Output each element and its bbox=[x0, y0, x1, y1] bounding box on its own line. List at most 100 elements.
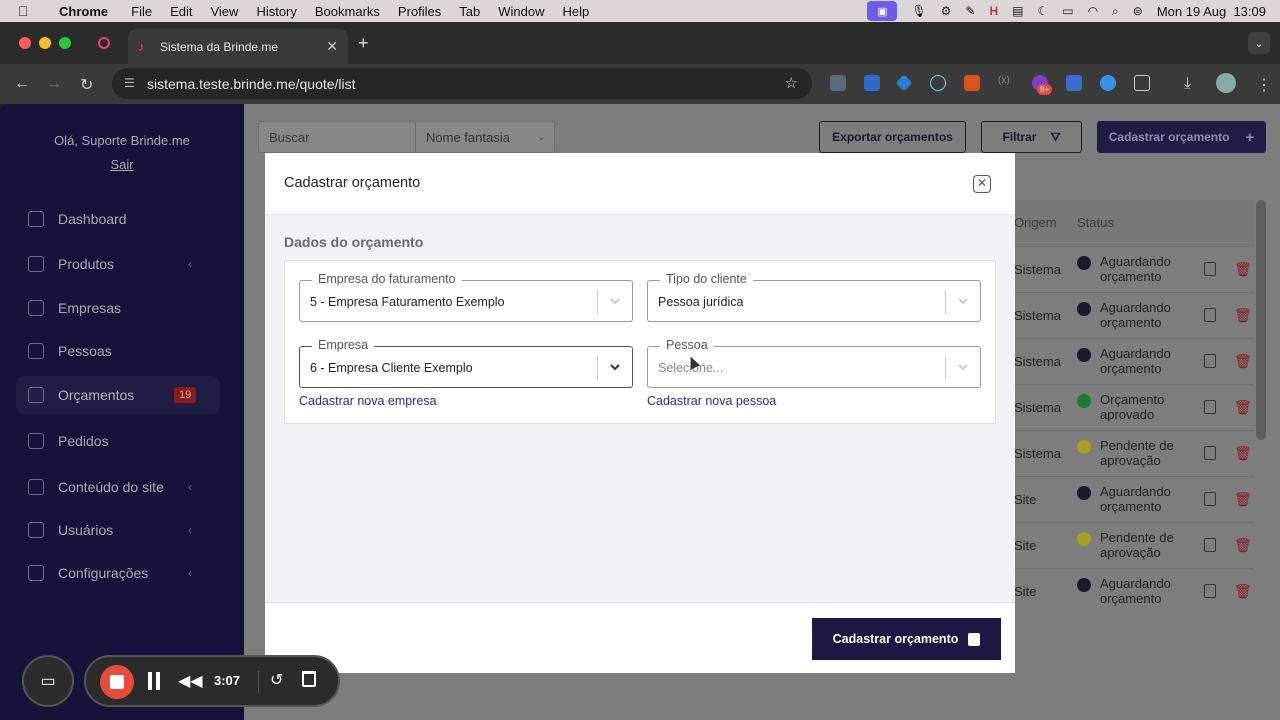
extension-icon[interactable] bbox=[864, 75, 880, 91]
pause-button[interactable] bbox=[148, 672, 160, 690]
copy-icon[interactable] bbox=[1204, 538, 1216, 552]
download-icon[interactable]: ⤓ bbox=[1184, 75, 1191, 93]
menu-window[interactable]: Window bbox=[489, 4, 553, 19]
scrollbar[interactable] bbox=[1256, 200, 1266, 440]
extension-icon[interactable] bbox=[1066, 75, 1082, 91]
camera-toggle-button[interactable]: ▭ bbox=[22, 655, 74, 707]
browser-menu-icon[interactable]: ⋮ bbox=[1256, 75, 1272, 95]
back-icon[interactable]: ← bbox=[14, 75, 30, 93]
sidebar-item-pedidos[interactable]: Pedidos bbox=[16, 422, 220, 460]
new-company-link[interactable]: Cadastrar nova empresa bbox=[299, 394, 437, 408]
react-devtools-icon[interactable] bbox=[930, 75, 946, 91]
empresa-select[interactable]: Empresa 6 - Empresa Cliente Exemplo bbox=[299, 338, 633, 388]
delete-icon[interactable]: 🗑 bbox=[1234, 445, 1252, 462]
search-input[interactable]: Buscar bbox=[269, 130, 309, 145]
copy-icon[interactable] bbox=[1204, 446, 1216, 460]
chevron-down-icon[interactable] bbox=[608, 294, 622, 308]
rewind-icon[interactable]: ◀◀ bbox=[178, 671, 203, 691]
submit-button[interactable]: Cadastrar orçamento bbox=[812, 618, 1001, 660]
control-center-icon[interactable]: ⊜ bbox=[1133, 4, 1143, 18]
reload-icon[interactable]: ↻ bbox=[80, 75, 93, 95]
table-row[interactable]: Sistema Aguardando orçamento 🗑 bbox=[1006, 292, 1254, 338]
sidebar-item-empresas[interactable]: Empresas bbox=[16, 289, 220, 327]
table-row[interactable]: Site Aguardando orçamento 🗑 bbox=[1006, 476, 1254, 522]
delete-icon[interactable]: 🗑 bbox=[1234, 491, 1252, 508]
calendar-icon[interactable]: ▤ bbox=[1012, 4, 1023, 18]
table-row[interactable]: Sistema Aguardando orçamento 🗑 bbox=[1006, 246, 1254, 292]
sidebar-item-configuracoes[interactable]: Configurações ‹ bbox=[16, 554, 220, 592]
menu-history[interactable]: History bbox=[247, 4, 305, 19]
wifi-icon[interactable]: ◠ bbox=[1088, 4, 1098, 18]
forward-icon[interactable]: → bbox=[46, 75, 62, 93]
tab-close-icon[interactable]: ✕ bbox=[326, 38, 338, 55]
table-row[interactable]: Site Aguardando orçamento 🗑 bbox=[1006, 568, 1254, 614]
extension-icon[interactable] bbox=[964, 75, 980, 91]
copy-icon[interactable] bbox=[1204, 400, 1216, 414]
profile-avatar[interactable] bbox=[1216, 73, 1236, 93]
extension-icon[interactable] bbox=[1100, 75, 1116, 91]
close-icon[interactable]: ✕ bbox=[973, 175, 991, 193]
table-row[interactable]: Sistema Aguardando orçamento 🗑 bbox=[1006, 338, 1254, 384]
restart-icon[interactable]: ↺ bbox=[270, 670, 283, 690]
pen-icon[interactable]: ✎ bbox=[965, 4, 975, 18]
menu-profiles[interactable]: Profiles bbox=[389, 4, 450, 19]
copy-icon[interactable] bbox=[1204, 354, 1216, 368]
sidebar-item-produtos[interactable]: Produtos ‹ bbox=[16, 245, 220, 283]
table-row[interactable]: Sistema Orçamento aprovado 🗑 bbox=[1006, 384, 1254, 430]
table-row[interactable]: Sistema Pendente de aprovação 🗑 bbox=[1006, 430, 1254, 476]
accessibility-icon[interactable]: ⚙ bbox=[941, 4, 952, 18]
menu-app-name[interactable]: Chrome bbox=[50, 4, 122, 19]
sidebar-item-dashboard[interactable]: Dashboard bbox=[16, 200, 220, 238]
table-row[interactable]: Site Pendente de aprovação 🗑 bbox=[1006, 522, 1254, 568]
moon-icon[interactable]: ☾ bbox=[1037, 4, 1048, 18]
menu-bookmarks[interactable]: Bookmarks bbox=[306, 4, 389, 19]
extensions-puzzle-icon[interactable] bbox=[1134, 75, 1150, 91]
pessoa-select[interactable]: Pessoa Selecione... bbox=[647, 338, 981, 388]
minimize-window-button[interactable] bbox=[39, 37, 51, 49]
address-bar[interactable]: ☰ sistema.teste.brinde.me/quote/list ☆ bbox=[112, 68, 812, 99]
app-status-icon[interactable]: H bbox=[989, 4, 998, 18]
delete-icon[interactable]: 🗑 bbox=[1234, 307, 1252, 324]
chevron-down-icon[interactable] bbox=[956, 294, 970, 308]
delete-icon[interactable]: 🗑 bbox=[1234, 583, 1252, 600]
site-info-icon[interactable]: ☰ bbox=[124, 76, 135, 90]
empresa-faturamento-select[interactable]: Empresa do faturamento 5 - Empresa Fatur… bbox=[299, 272, 633, 322]
chevron-down-icon[interactable] bbox=[956, 360, 970, 374]
search-field-select[interactable]: Nome fantasia ⌄ bbox=[415, 122, 556, 152]
screen-record-icon[interactable]: ▣ bbox=[867, 1, 898, 21]
maximize-window-button[interactable] bbox=[59, 37, 71, 49]
delete-icon[interactable]: 🗑 bbox=[1234, 261, 1252, 278]
new-tab-button[interactable]: + bbox=[358, 33, 369, 54]
datetime[interactable]: Mon 19 Aug 13:09 bbox=[1157, 4, 1266, 19]
menu-file[interactable]: File bbox=[122, 4, 161, 19]
sidebar-item-usuarios[interactable]: Usuários ‹ bbox=[16, 511, 220, 549]
logout-link[interactable]: Sair bbox=[0, 157, 244, 172]
tab-search-button[interactable]: ⌄ bbox=[1248, 32, 1270, 54]
copy-icon[interactable] bbox=[1204, 584, 1216, 598]
browser-tab[interactable]: ♪ Sistema da Brinde.me ✕ bbox=[128, 29, 348, 64]
trash-icon[interactable] bbox=[302, 671, 316, 687]
copy-icon[interactable] bbox=[1204, 308, 1216, 322]
stop-recording-button[interactable] bbox=[100, 665, 134, 699]
apple-icon[interactable]:  bbox=[18, 3, 36, 19]
chevron-down-icon[interactable] bbox=[608, 360, 622, 374]
new-person-link[interactable]: Cadastrar nova pessoa bbox=[647, 394, 776, 408]
extension-icon[interactable]: (x) bbox=[998, 75, 1014, 91]
extension-icon[interactable] bbox=[830, 75, 846, 91]
menu-edit[interactable]: Edit bbox=[161, 4, 201, 19]
url-text[interactable]: sistema.teste.brinde.me/quote/list bbox=[147, 76, 356, 92]
delete-icon[interactable]: 🗑 bbox=[1234, 399, 1252, 416]
search-icon[interactable]: ⌕ bbox=[1112, 4, 1119, 19]
bookmark-star-icon[interactable]: ☆ bbox=[785, 74, 798, 92]
menu-help[interactable]: Help bbox=[554, 4, 599, 19]
copy-icon[interactable] bbox=[1204, 262, 1216, 276]
battery-icon[interactable]: ▭ bbox=[1062, 4, 1073, 18]
mic-icon[interactable]: 🎙 bbox=[911, 4, 926, 18]
delete-icon[interactable]: 🗑 bbox=[1234, 353, 1252, 370]
sidebar-item-conteudo[interactable]: Conteúdo do site ‹ bbox=[16, 468, 220, 506]
menu-view[interactable]: View bbox=[201, 4, 247, 19]
close-window-button[interactable] bbox=[19, 37, 31, 49]
menu-tab[interactable]: Tab bbox=[450, 4, 489, 19]
export-button[interactable]: Exportar orçamentos bbox=[819, 121, 966, 153]
sidebar-item-orcamentos[interactable]: Orçamentos 19 bbox=[16, 376, 220, 414]
